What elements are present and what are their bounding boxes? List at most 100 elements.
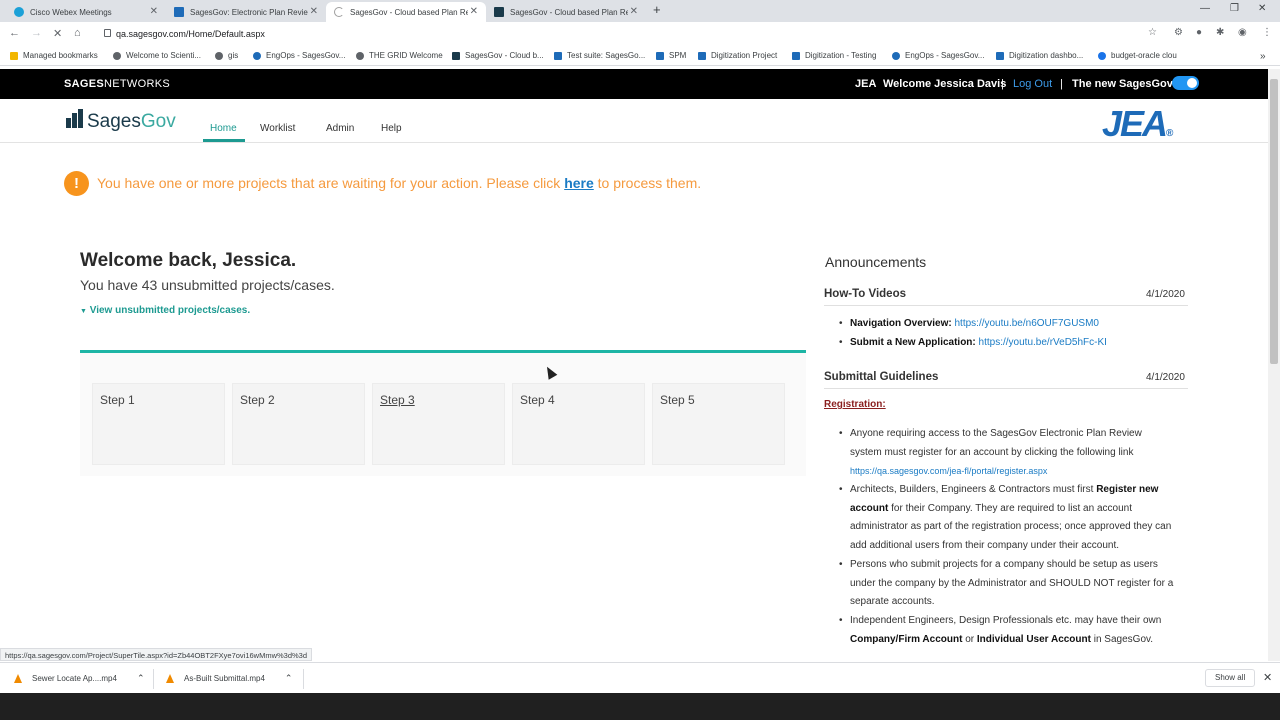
- process-here-link[interactable]: here: [564, 175, 594, 191]
- chevron-up-icon[interactable]: ⌃: [285, 673, 293, 684]
- extension-circle-icon[interactable]: ●: [1196, 27, 1202, 38]
- view-unsubmitted-link[interactable]: ▼ View unsubmitted projects/cases.: [80, 305, 250, 316]
- stop-icon[interactable]: ✕: [53, 27, 62, 40]
- bookmark-label: SagesGov - Cloud b...: [465, 51, 544, 60]
- close-icon[interactable]: ✕: [150, 6, 158, 18]
- step-tile-3[interactable]: Step 3: [372, 383, 505, 465]
- warning-icon: !: [64, 171, 89, 196]
- new-sagesgov-toggle[interactable]: [1172, 76, 1199, 90]
- scroll-thumb[interactable]: [1270, 79, 1278, 364]
- jea-logo: JEA®: [1102, 103, 1174, 145]
- sagesgov-icon: [452, 51, 460, 60]
- browser-tab-sagesgov-review[interactable]: SagesGov: Electronic Plan Review ✕: [166, 2, 326, 22]
- nav-admin[interactable]: Admin: [326, 123, 354, 134]
- register-link[interactable]: https://qa.sagesgov.com/jea-fl/portal/re…: [850, 466, 1047, 476]
- alert-text-end: to process them.: [593, 175, 702, 191]
- bookmark-item[interactable]: budget-oracle clou: [1098, 51, 1177, 60]
- bookmark-label: EngOps - SagesGov...: [266, 51, 346, 60]
- howto-label: Submit a New Application:: [850, 337, 976, 348]
- bookmark-item[interactable]: Digitization - Testing: [792, 51, 876, 60]
- globe-icon: [356, 51, 364, 60]
- bookmark-item[interactable]: EngOps - SagesGov...: [892, 51, 984, 60]
- sagesgov-favicon-icon: [494, 7, 504, 17]
- howto-heading: How-To Videos: [824, 288, 906, 300]
- bookmark-item[interactable]: Welcome to Scienti...: [113, 51, 201, 60]
- minimize-icon[interactable]: —: [1200, 3, 1210, 14]
- loading-spinner-icon: [334, 7, 344, 17]
- bookmarks-overflow-icon[interactable]: »: [1260, 51, 1266, 62]
- step-tile-2[interactable]: Step 2: [232, 383, 365, 465]
- profile-icon[interactable]: ◉: [1238, 27, 1247, 38]
- sharepoint-icon: [698, 51, 706, 60]
- download-filename: Sewer Locate Ap....mp4: [32, 674, 117, 683]
- bookmark-item[interactable]: SagesGov - Cloud b...: [452, 51, 544, 60]
- close-icon[interactable]: ✕: [630, 6, 638, 18]
- bookmark-item[interactable]: Digitization dashbo...: [996, 51, 1083, 60]
- divider: [153, 669, 154, 689]
- bookmark-item[interactable]: gis: [215, 51, 238, 60]
- navigation-overview-link[interactable]: https://youtu.be/n6OUF7GUSM0: [954, 318, 1099, 329]
- bookmark-star-icon[interactable]: ☆: [1148, 27, 1157, 38]
- browser-tab-sagesgov-cloud[interactable]: SagesGov - Cloud based Plan Re ✕: [486, 2, 646, 22]
- jea-logo-mark: ®: [1166, 128, 1174, 139]
- guideline-item: Architects, Builders, Engineers & Contra…: [839, 481, 1174, 555]
- submit-application-link[interactable]: https://youtu.be/rVeD5hFc-KI: [979, 337, 1107, 348]
- bookmark-item[interactable]: Managed bookmarks: [10, 51, 98, 60]
- step-tile-1[interactable]: Step 1: [92, 383, 225, 465]
- nav-help[interactable]: Help: [381, 123, 402, 134]
- brand-bold: SAGES: [64, 78, 105, 90]
- bookmark-item[interactable]: Test suite: SagesGo...: [554, 51, 645, 60]
- restore-icon[interactable]: ❐: [1230, 3, 1239, 14]
- engops-icon: [253, 51, 261, 60]
- nav-worklist[interactable]: Worklist: [260, 123, 295, 134]
- bookmark-item[interactable]: THE GRID Welcome: [356, 51, 443, 60]
- window-close-icon[interactable]: ✕: [1258, 3, 1266, 14]
- close-icon[interactable]: ✕: [310, 6, 318, 18]
- close-icon[interactable]: ✕: [470, 6, 478, 18]
- browser-tab-sagesgov-active[interactable]: SagesGov - Cloud based Plan Re ✕: [326, 2, 486, 22]
- howto-item: Submit a New Application: https://youtu.…: [839, 334, 1190, 353]
- logout-link[interactable]: Log Out: [1013, 78, 1052, 90]
- welcome-heading: Welcome back, Jessica.: [80, 250, 297, 271]
- menu-dots-icon[interactable]: ⋮: [1262, 27, 1272, 38]
- home-icon[interactable]: ⌂: [74, 27, 81, 39]
- bookmark-label: Digitization - Testing: [805, 51, 877, 60]
- guideline-item: Independent Engineers, Design Profession…: [839, 612, 1184, 649]
- dashboard-icon: [996, 51, 1004, 60]
- registration-label: Registration:: [824, 399, 886, 410]
- puzzle-icon[interactable]: ✱: [1216, 27, 1224, 38]
- close-downloads-icon[interactable]: ✕: [1263, 671, 1272, 684]
- top-strip: SAGESNETWORKS JEA Welcome Jessica Davis …: [0, 69, 1268, 99]
- forward-arrow-icon[interactable]: →: [31, 27, 42, 39]
- new-tab-button[interactable]: +: [653, 2, 661, 17]
- step-tile-4[interactable]: Step 4: [512, 383, 645, 465]
- divider: [824, 305, 1188, 306]
- download-item[interactable]: Sewer Locate Ap....mp4 ⌃: [14, 673, 144, 684]
- main-nav: SagesGov Home Worklist Admin Help JEA®: [0, 99, 1268, 145]
- extension-icon[interactable]: ⚙: [1174, 27, 1183, 38]
- show-all-downloads-button[interactable]: Show all: [1205, 669, 1256, 687]
- bookmark-label: THE GRID Welcome: [369, 51, 443, 60]
- url-input[interactable]: qa.sagesgov.com/Home/Default.aspx: [116, 29, 265, 39]
- bookmark-label: Welcome to Scienti...: [126, 51, 201, 60]
- lock-icon[interactable]: [104, 29, 111, 37]
- back-arrow-icon[interactable]: ←: [9, 27, 20, 39]
- sagesgov-logo[interactable]: SagesGov: [66, 109, 176, 133]
- logo-sages: Sages: [87, 111, 141, 132]
- nav-home[interactable]: Home: [210, 123, 237, 134]
- step-tile-5[interactable]: Step 5: [652, 383, 785, 465]
- bookmark-item[interactable]: Digitization Project: [698, 51, 777, 60]
- test-suite-icon: [554, 51, 562, 60]
- globe-icon: [215, 51, 223, 60]
- page-scrollbar[interactable]: [1268, 69, 1280, 661]
- howto-label: Navigation Overview:: [850, 318, 952, 329]
- download-filename: As-Built Submittal.mp4: [184, 674, 265, 683]
- org-label: JEA: [855, 78, 877, 90]
- bookmark-label: Managed bookmarks: [23, 51, 98, 60]
- bookmark-label: budget-oracle clou: [1111, 51, 1177, 60]
- download-item[interactable]: As-Built Submittal.mp4 ⌃: [166, 673, 292, 684]
- bookmark-item[interactable]: EngOps - SagesGov...: [253, 51, 345, 60]
- browser-tab-webex[interactable]: Cisco Webex Meetings ✕: [6, 2, 166, 22]
- bookmark-item[interactable]: SPM: [656, 51, 686, 60]
- chevron-up-icon[interactable]: ⌃: [137, 673, 145, 684]
